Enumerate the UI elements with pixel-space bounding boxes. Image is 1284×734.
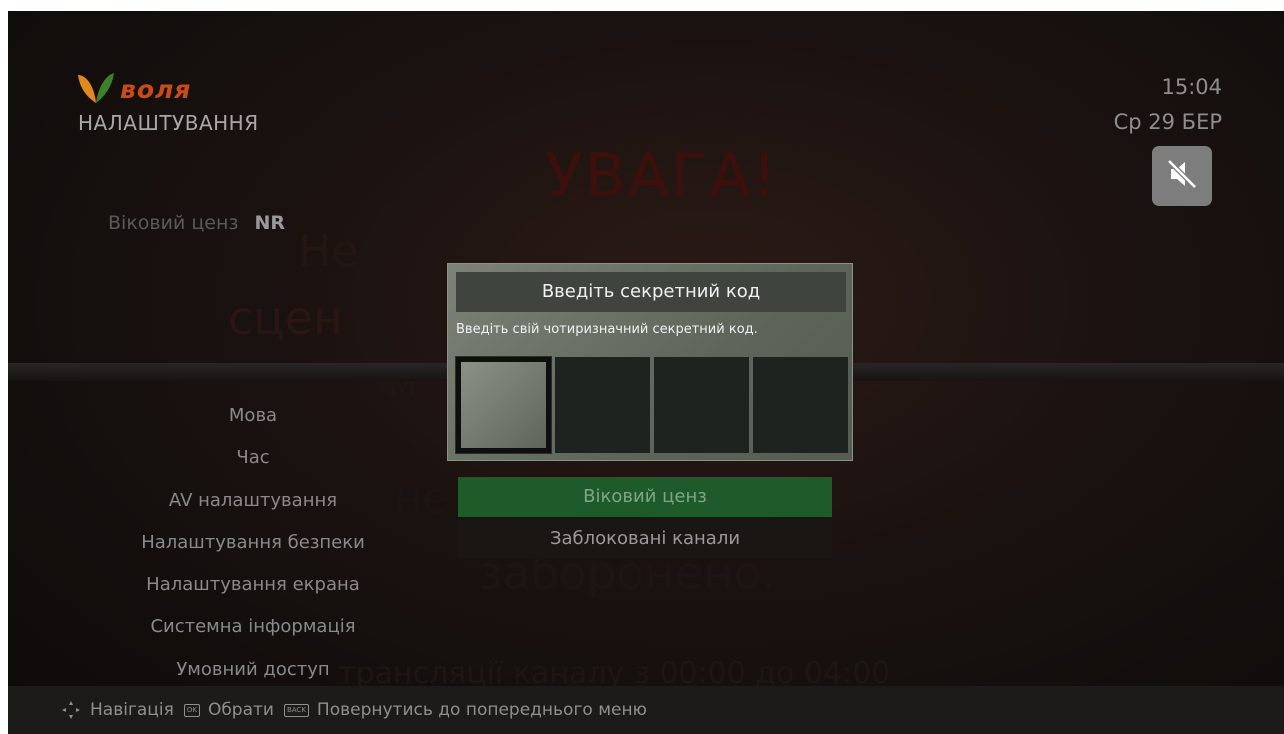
menu-item-system-info[interactable]: Системна інформація	[108, 606, 398, 648]
dialog-title: Введіть секретний код	[456, 272, 846, 312]
bg-warning-line: сцен	[228, 291, 343, 345]
brand-logo: воля	[76, 71, 191, 107]
menu-item-screen[interactable]: Налаштування екрана	[108, 564, 398, 606]
pin-input-row	[454, 356, 848, 454]
pin-digit-2[interactable]	[555, 357, 651, 453]
tv-screen: УВАГА! Не сцен м не заборонено. трансляц…	[8, 11, 1284, 734]
dpad-arrows-icon	[60, 699, 82, 721]
back-hint-label: Повернутись до попереднього меню	[316, 700, 647, 720]
pin-digit-3[interactable]	[654, 357, 750, 453]
pin-digit-4[interactable]	[753, 357, 848, 453]
page-title: НАЛАШТУВАННЯ	[78, 111, 259, 135]
clock: 15:04	[1161, 75, 1222, 99]
pin-digit-1[interactable]	[454, 356, 553, 454]
settings-menu: Мова Час AV налаштування Налаштування бе…	[108, 395, 398, 691]
ok-key-icon: OK	[183, 703, 200, 717]
menu-item-language[interactable]: Мова	[108, 395, 398, 437]
menu-item-av-settings[interactable]: AV налаштування	[108, 480, 398, 522]
mute-button[interactable]	[1152, 146, 1212, 206]
age-rating-value: NR	[254, 212, 286, 234]
menu-item-time[interactable]: Час	[108, 437, 398, 479]
dialog-message: Введіть свій чотиризначний секретний код…	[456, 322, 758, 337]
bg-warning-line: Не	[298, 226, 359, 277]
security-submenu: Віковий ценз Заблоковані канали	[458, 477, 832, 561]
submenu-item-age-rating[interactable]: Віковий ценз	[458, 477, 832, 517]
age-rating-label: Віковий ценз	[108, 212, 239, 234]
menu-item-security[interactable]: Налаштування безпеки	[108, 522, 398, 564]
bg-warning-line: не	[393, 473, 449, 524]
volia-leaf-logo-icon	[76, 71, 116, 107]
menu-item-conditional-access[interactable]: Умовний доступ	[108, 649, 398, 691]
speaker-muted-icon	[1165, 157, 1199, 195]
submenu-item-blocked-channels[interactable]: Заблоковані канали	[458, 519, 832, 559]
bg-warning-title: УВАГА!	[546, 141, 779, 211]
pin-dialog: Введіть секретний код Введіть свій чотир…	[447, 263, 853, 461]
age-rating-row: Віковий ценз NR	[108, 212, 285, 234]
footer-hints: Навігація OK Обрати BACK Повернутись до …	[8, 686, 1284, 734]
back-key-icon: BACK	[283, 703, 309, 717]
date: Ср 29 БЕР	[1113, 110, 1222, 134]
nav-hint-label: Навігація	[90, 700, 174, 720]
ok-hint-label: Обрати	[207, 700, 274, 720]
logo-text: воля	[120, 74, 192, 104]
